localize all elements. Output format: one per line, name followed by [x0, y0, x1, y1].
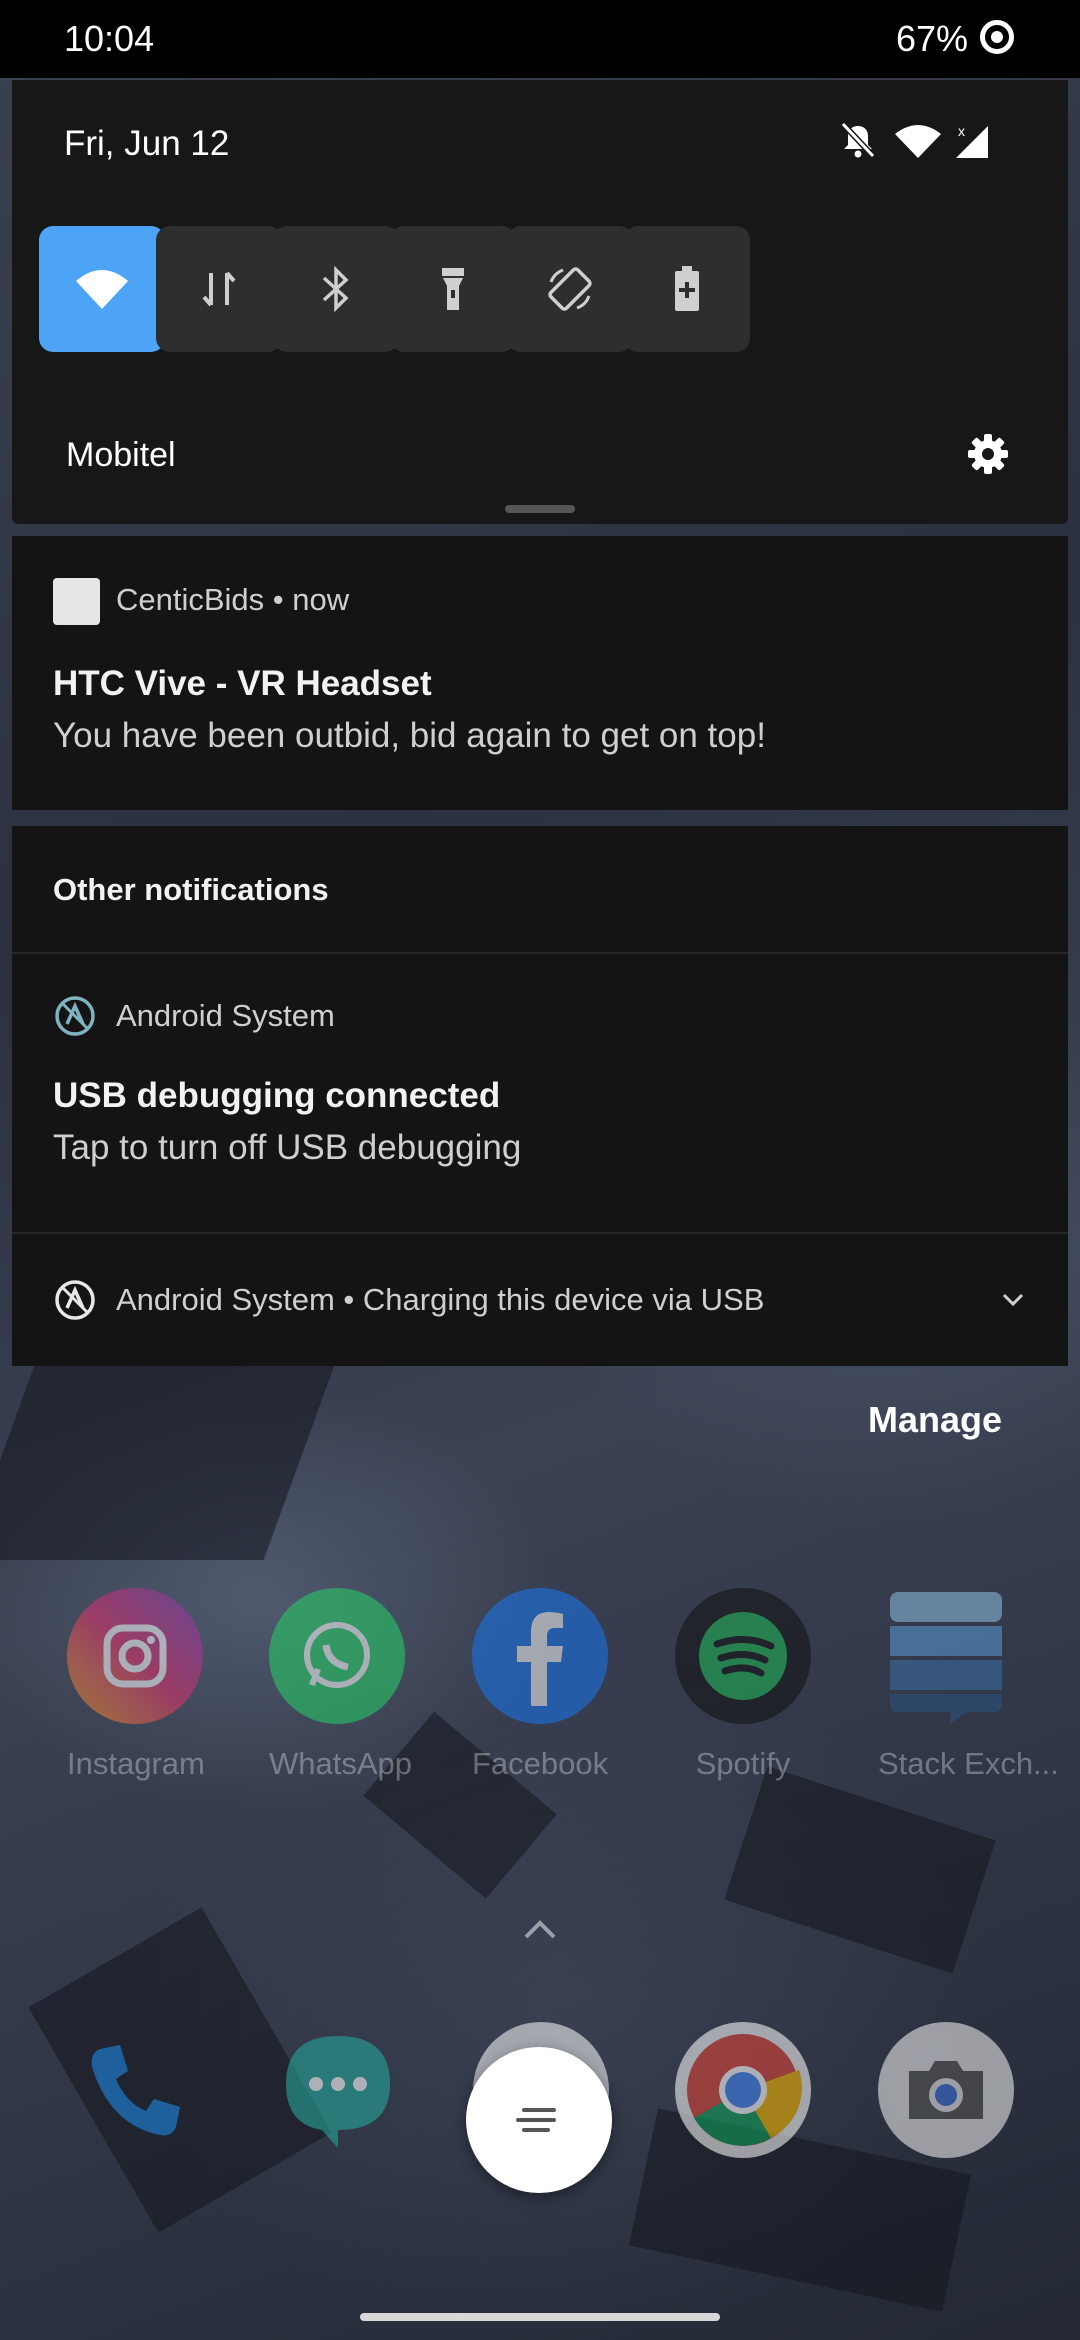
qs-status-icons: x	[838, 120, 998, 160]
battery-saver-icon	[675, 266, 699, 311]
auto-rotate-icon	[548, 267, 592, 311]
wifi-signal-icon	[895, 125, 941, 158]
battery-icon	[980, 20, 1014, 54]
drag-handle[interactable]	[505, 505, 575, 513]
notification-text: You have been outbid, bid again to get o…	[53, 716, 766, 755]
tile-bluetooth[interactable]	[273, 226, 399, 352]
messages-icon[interactable]	[270, 2022, 406, 2158]
wallpaper-shard	[0, 1360, 337, 1560]
camera-icon[interactable]	[878, 2022, 1014, 2158]
notification-summary: Android System • Charging this device vi…	[116, 1282, 765, 1317]
status-time: 10:04	[64, 18, 155, 59]
svg-text:x: x	[958, 123, 965, 139]
carrier-name: Mobitel	[66, 436, 176, 474]
app-facebook[interactable]: Facebook	[472, 1588, 608, 1782]
settings-gear-icon[interactable]	[966, 432, 1010, 476]
battery-percent: 67%	[895, 18, 968, 59]
stack-exchange-icon	[878, 1588, 1014, 1724]
notifications-off-icon	[840, 121, 876, 159]
app-label: Facebook	[472, 1746, 609, 1781]
facebook-icon	[472, 1588, 608, 1724]
notes-lines-icon	[516, 2108, 556, 2132]
notification-title: HTC Vive - VR Headset	[53, 664, 432, 703]
app-icon	[53, 578, 100, 625]
manage-button[interactable]: Manage	[862, 1398, 1008, 1442]
tile-battery-saver[interactable]	[624, 226, 750, 352]
notification-centicbids[interactable]: CenticBids • now HTC Vive - VR Headset Y…	[12, 536, 1068, 810]
notification-usb-debugging[interactable]: Android System USB debugging connected T…	[12, 954, 1068, 1234]
spotify-icon	[675, 1588, 811, 1724]
app-spotify[interactable]: Spotify	[675, 1588, 811, 1782]
group-header: Other notifications	[53, 872, 329, 907]
app-stack-exchange[interactable]: Stack Exch...	[878, 1588, 1059, 1782]
whatsapp-icon	[269, 1588, 405, 1724]
tile-flashlight[interactable]	[390, 226, 516, 352]
app-whatsapp[interactable]: WhatsApp	[269, 1588, 413, 1782]
notification-title: USB debugging connected	[53, 1076, 501, 1115]
notification-text: Tap to turn off USB debugging	[53, 1128, 522, 1167]
phone-icon[interactable]	[67, 2022, 203, 2158]
notification-app-line: CenticBids • now	[116, 582, 350, 617]
wifi-icon	[76, 270, 128, 309]
cell-signal-icon: x	[956, 123, 988, 158]
status-bar: 10:04 67%	[0, 0, 1080, 78]
quick-settings-panel: Fri, Jun 12 x Mobitel	[12, 80, 1068, 524]
notification-history-button[interactable]	[466, 2047, 612, 2193]
other-notifications-group: Other notifications Android System USB d…	[12, 826, 1068, 1366]
tile-wifi[interactable]	[39, 226, 165, 352]
wallpaper-shard	[724, 1766, 996, 1974]
tile-mobile-data[interactable]	[156, 226, 282, 352]
instagram-icon	[67, 1588, 203, 1724]
notification-charging[interactable]: Android System • Charging this device vi…	[12, 1234, 1068, 1364]
app-label: Spotify	[695, 1746, 791, 1781]
bluetooth-icon	[322, 265, 349, 313]
app-instagram[interactable]: Instagram	[67, 1588, 205, 1782]
qs-date: Fri, Jun 12	[64, 124, 230, 163]
app-label: Stack Exch...	[878, 1746, 1059, 1781]
app-label: WhatsApp	[269, 1746, 413, 1781]
android-system-icon	[55, 996, 95, 1036]
chrome-icon[interactable]	[675, 2022, 811, 2158]
app-label: Instagram	[67, 1746, 205, 1781]
mobile-data-icon	[202, 271, 236, 307]
app-drawer-chevron-up-icon[interactable]	[520, 1915, 560, 1945]
tile-auto-rotate[interactable]	[507, 226, 633, 352]
flashlight-icon	[442, 268, 464, 310]
android-system-icon	[55, 1280, 95, 1320]
chevron-down-icon[interactable]	[998, 1284, 1028, 1314]
notification-app-name: Android System	[116, 998, 335, 1033]
gesture-navigation-bar[interactable]	[360, 2313, 720, 2321]
